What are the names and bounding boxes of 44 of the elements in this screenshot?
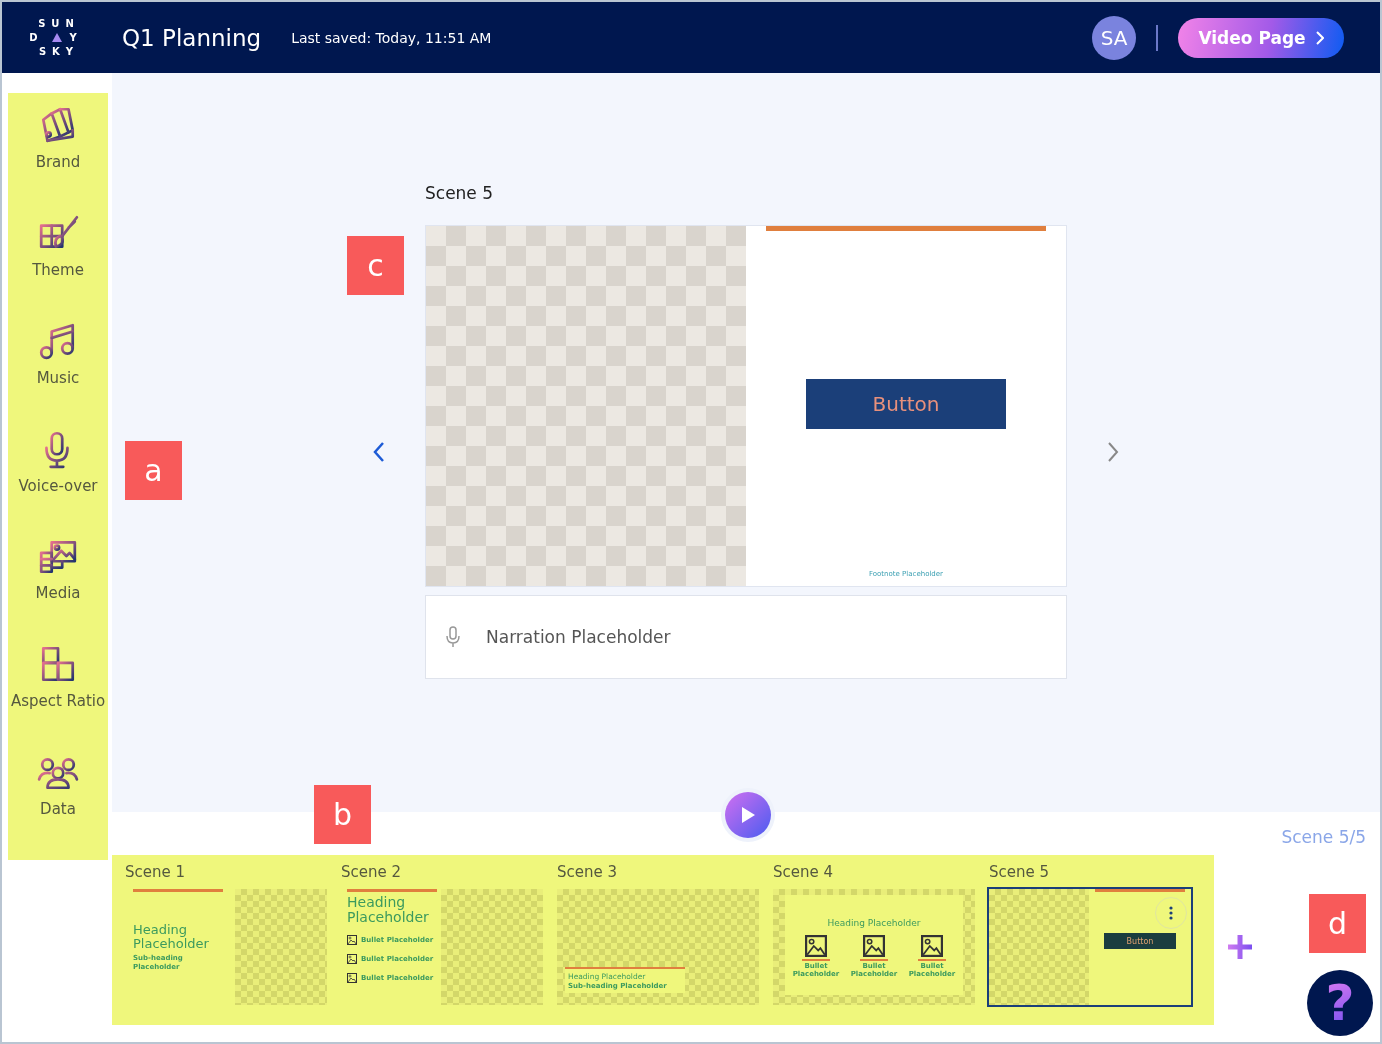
slide-heading: Heading Placeholder: [347, 895, 430, 926]
microphone-icon: [445, 626, 461, 648]
plus-icon: [1226, 933, 1254, 961]
help-button[interactable]: ?: [1307, 970, 1373, 1036]
slide-heading: Heading Placeholder: [133, 922, 210, 952]
add-scene-button[interactable]: [1226, 933, 1254, 961]
last-saved-text: Last saved: Today, 11:51 AM: [291, 29, 492, 46]
sidebar-item[interactable]: Brand: [35, 153, 81, 171]
sidebar-item[interactable]: Theme: [32, 260, 84, 279]
user-avatar[interactable]: SA: [1092, 15, 1136, 60]
slide-heading: Heading Placeholder: [827, 919, 921, 929]
narration-field[interactable]: Narration Placeholder: [425, 595, 1067, 679]
callout-label: b: [314, 785, 371, 844]
previous-arrow[interactable]: [371, 440, 387, 464]
image-icon: [863, 934, 885, 957]
image-icon: [347, 953, 357, 964]
slide-button: Button: [1104, 933, 1176, 949]
image-icon: [347, 972, 357, 983]
scene-label: Scene 5: [988, 863, 1051, 881]
video-page-button[interactable]: Video Page: [1178, 17, 1344, 58]
scene-label: Scene 2: [340, 863, 403, 881]
sidebar-item[interactable]: Music: [36, 368, 80, 387]
sidebar-item[interactable]: Media: [35, 584, 81, 603]
scene-title: Scene 5: [425, 183, 495, 203]
play-button[interactable]: [725, 792, 771, 838]
play-icon: [740, 806, 756, 824]
scene-label: Scene 3: [556, 863, 619, 881]
image-icon: [805, 934, 827, 957]
callout-label: a: [125, 441, 182, 500]
sidebar-item[interactable]: Voice-over: [18, 476, 98, 495]
scene-label: Scene 1: [124, 863, 187, 881]
sidebar-item[interactable]: Data: [40, 800, 76, 819]
callout-label: c: [347, 236, 404, 295]
image-icon: [921, 934, 943, 957]
callout-label: d: [1309, 894, 1366, 953]
project-title: Q1 Planning: [122, 24, 262, 51]
sidebar-item[interactable]: Aspect Ratio: [10, 692, 106, 711]
scene-counter: Scene 5/5: [1281, 827, 1366, 847]
scene-label: Scene 4: [772, 863, 835, 881]
scene-thumbnail[interactable]: Button: [987, 887, 1193, 1007]
next-arrow[interactable]: [1105, 440, 1121, 464]
more-icon: [1169, 906, 1173, 920]
image-icon: [347, 934, 357, 945]
chevron-right-icon: [1315, 30, 1324, 45]
